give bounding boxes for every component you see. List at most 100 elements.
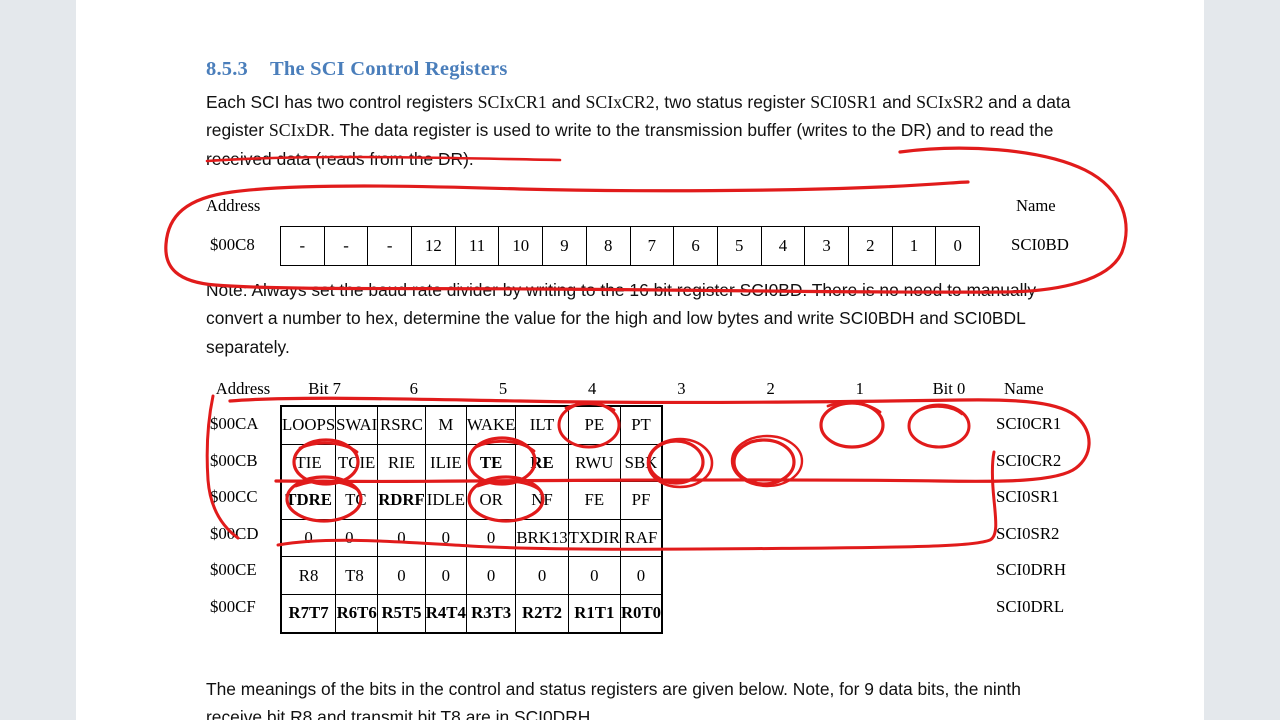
slide-page: 8.5.3 The SCI Control Registers Each SCI … — [76, 0, 1204, 720]
register-bit-cell: M — [424, 406, 467, 445]
intro-paragraph: Each SCI has two control registers SCIxC… — [206, 88, 1076, 173]
baud-bit-cell: 7 — [631, 227, 675, 265]
register-bit-cell: TXDIR — [567, 518, 621, 558]
intro-reg-scixcr2: SCIxCR2 — [585, 92, 655, 112]
register-bit-header: Bit 7 — [308, 379, 341, 398]
register-address: $00CB — [210, 450, 258, 470]
section-heading: 8.5.3 The SCI Control Registers — [206, 58, 508, 81]
register-bit-cell: 0 — [515, 556, 569, 595]
baud-bit-cell: 0 — [936, 227, 980, 265]
register-bit-cell: 0 — [424, 518, 467, 558]
intro-text-e: , two status register — [654, 92, 811, 112]
register-bit-cell: 0 — [280, 518, 337, 558]
register-bit-cell: R6T6 — [335, 593, 379, 633]
register-bit-cell: PE — [567, 406, 621, 445]
register-row: TIE TCIE RIE ILIE TE RE RWU SBK — [280, 443, 663, 483]
baud-bit-cells: - - -12 11 10 9 8 7 6 5 4 3 2 1 0 — [280, 226, 980, 266]
register-address: $00CC — [210, 487, 258, 507]
register-bit-cell: LOOPS — [280, 406, 337, 445]
register-bit-cell: ILIE — [424, 443, 467, 483]
register-bit-cell: IDLE — [424, 481, 467, 520]
register-bit-cell: R2T2 — [515, 593, 569, 633]
register-bit-cell: RDRF — [377, 481, 426, 520]
register-bit-cell: R8 — [280, 556, 337, 595]
register-row: R8 T8 0 0 0 0 0 0 — [280, 556, 663, 595]
baud-bit-cell: 2 — [849, 227, 893, 265]
section-title: The SCI Control Registers — [270, 58, 508, 80]
intro-text-c: and — [546, 92, 586, 112]
register-bit-cell: R7T7 — [280, 593, 337, 633]
register-bit-cell: 0 — [335, 518, 379, 558]
baud-bit-cell: 4 — [762, 227, 806, 265]
register-name: SCI0DRL — [996, 597, 1065, 616]
register-bit-cell: RE — [515, 443, 569, 483]
baud-register-name: SCI0BD — [1011, 235, 1069, 254]
register-bit-header: Bit 0 — [932, 379, 966, 398]
intro-text-a: Each SCI has two control registers — [206, 92, 478, 112]
register-table: LOOPS SWAI RSRC M WAKE ILT PE PT TIE TCIE RIE ILIE T… — [280, 406, 663, 633]
register-bit-cell: TDRE — [280, 481, 337, 520]
register-bit-cell: 0 — [465, 518, 517, 558]
baud-bit-cell: 8 — [587, 227, 631, 265]
register-bit-cell: R4T4 — [424, 593, 467, 633]
baud-bit-cell: 6 — [674, 227, 718, 265]
register-bit-cell: WAKE — [465, 406, 517, 445]
baud-bit-cell: 5 — [718, 227, 762, 265]
register-bit-header: 2 — [766, 379, 775, 398]
register-bit-cell: ILT — [515, 406, 569, 445]
register-bit-cell: RAF — [619, 518, 663, 558]
register-bit-cell: R3T3 — [465, 593, 517, 633]
register-bit-cell: 0 — [424, 556, 467, 595]
register-bit-cell: RIE — [377, 443, 426, 483]
baud-bit-cell: 3 — [805, 227, 849, 265]
register-name: SCI0CR1 — [996, 414, 1062, 433]
baud-bit-cell: 9 — [543, 227, 587, 265]
register-bit-cell: SWAI — [335, 406, 379, 445]
register-name: SCI0CR2 — [996, 450, 1062, 470]
register-name: SCI0SR2 — [996, 523, 1060, 543]
register-bit-cell: TC — [335, 481, 379, 520]
register-bit-cell: PF — [619, 481, 663, 520]
register-bit-cell: 0 — [567, 556, 621, 595]
intro-text-k: . The data register is used to write to … — [206, 120, 1054, 169]
register-bit-cell: R5T5 — [377, 593, 426, 633]
intro-reg-scixsr2: SCIxSR2 — [916, 92, 984, 112]
baud-bit-cell: 1 — [893, 227, 937, 265]
register-bit-cell: 0 — [619, 556, 663, 595]
register-bit-cell: T8 — [335, 556, 379, 595]
register-bit-cell: RWU — [567, 443, 621, 483]
register-row: R7T7 R6T6 R5T5 R4T4 R3T3 R2T2 R1T1 R0T0 — [280, 593, 663, 633]
register-address: $00CF — [210, 597, 256, 616]
register-bit-cell: FE — [567, 481, 621, 520]
register-bit-header: 6 — [409, 379, 418, 398]
baud-bit-cell: 11 — [456, 227, 500, 265]
intro-text-g: and — [877, 92, 917, 112]
register-row: 0 0 0 0 0 BRK13 TXDIR RAF — [280, 518, 663, 558]
register-row: TDRE TC RDRF IDLE OR NF FE PF — [280, 481, 663, 520]
register-bit-header: 5 — [498, 379, 508, 398]
register-bit-cell: TCIE — [335, 443, 379, 483]
intro-reg-scixcr1: SCIxCR1 — [477, 92, 547, 112]
register-bit-cell: TE — [465, 443, 517, 483]
register-row: LOOPS SWAI RSRC M WAKE ILT PE PT — [280, 406, 663, 445]
left-gutter — [0, 0, 74, 720]
register-bit-header: 3 — [677, 379, 686, 398]
register-grid: LOOPS SWAI RSRC M WAKE ILT PE PT TIE TCIE RIE ILIE T… — [280, 405, 664, 634]
register-bit-cell: R0T0 — [619, 593, 663, 633]
register-bit-header: 1 — [855, 379, 864, 398]
baud-bit-cell: 12 — [412, 227, 456, 265]
slide-viewport: 8.5.3 The SCI Control Registers Each SCI … — [0, 0, 1280, 720]
register-bit-cell: OR — [465, 481, 517, 520]
register-name: SCI0DRH — [996, 560, 1066, 580]
register-bit-cell: SBK — [619, 443, 663, 483]
intro-reg-scixdr: SCIxDR — [268, 120, 331, 141]
register-bit-cell: R1T1 — [567, 593, 621, 633]
register-bit-cell: RSRC — [377, 406, 426, 445]
note-paragraph: Note: Always set the baud rate divider b… — [206, 280, 1037, 357]
baud-name-header: Name — [1016, 196, 1056, 215]
register-address: $00CD — [210, 523, 259, 543]
baud-bit-cell: - — [325, 227, 369, 265]
baud-bit-cell: - — [368, 227, 413, 265]
register-name: SCI0SR1 — [996, 487, 1060, 507]
tail-paragraph: The meanings of the bits in the control … — [206, 679, 1021, 720]
